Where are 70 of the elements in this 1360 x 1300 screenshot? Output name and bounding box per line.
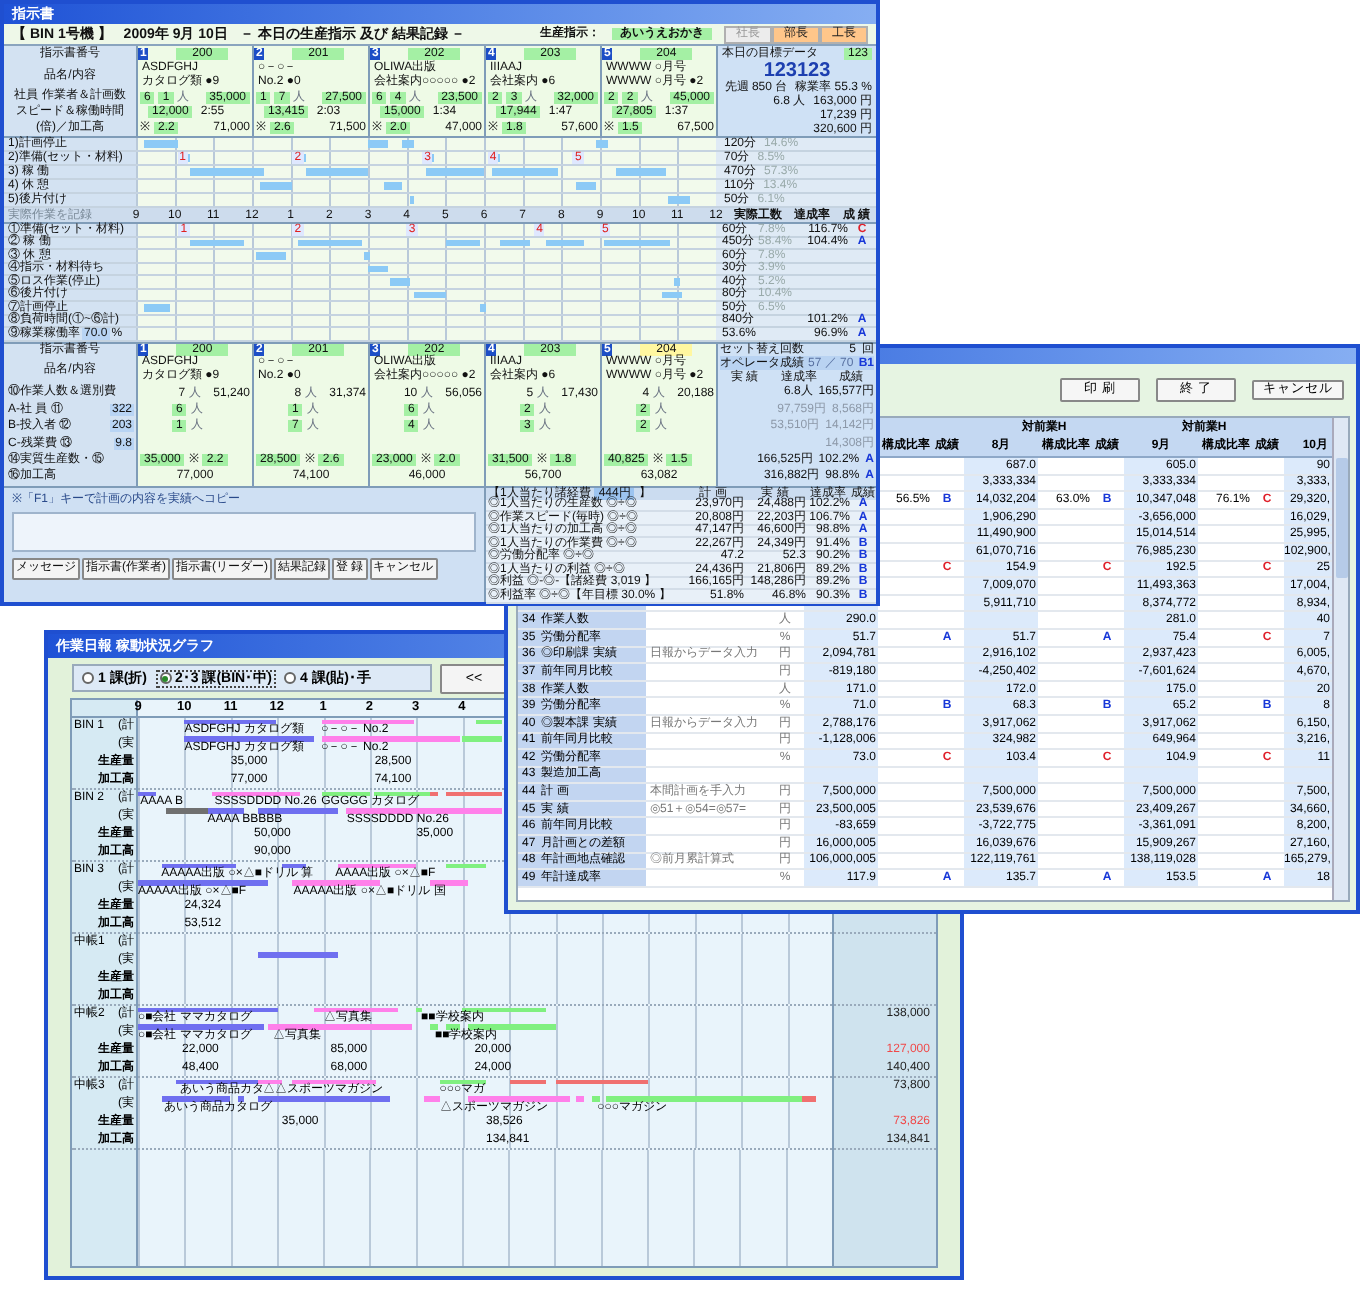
gantt-bar [281, 863, 305, 868]
gantt-bar [161, 863, 236, 868]
gantt-bar [545, 239, 585, 246]
gantt-bar [364, 252, 370, 259]
gantt-bar [423, 1096, 440, 1102]
gantt-bar [509, 1079, 547, 1084]
gantt-bar [184, 736, 315, 742]
gantt-bar [321, 719, 415, 724]
gantt-bar [298, 239, 363, 246]
gantt-bar [138, 1024, 264, 1030]
gantt-bar [476, 719, 502, 724]
gantt-bar [596, 140, 608, 148]
gantt-bar [410, 196, 415, 204]
gantt-bar [430, 880, 468, 886]
table-cell [964, 612, 1038, 628]
gantt-bar [467, 1096, 570, 1102]
gantt-bar [258, 808, 338, 814]
gantt-bar [143, 140, 179, 148]
gantt-bar [368, 265, 388, 272]
gantt-bar [258, 952, 338, 958]
memo-field[interactable] [12, 511, 476, 551]
gantt-bar [161, 1096, 231, 1102]
gantt-bar [439, 1079, 486, 1084]
gantt-bar [258, 1096, 391, 1102]
gantt-bar [314, 1007, 398, 1012]
scrollbar-thumb[interactable] [1335, 458, 1347, 578]
gantt-bar [143, 304, 171, 311]
gantt-bar [480, 304, 486, 311]
gantt-bar [661, 291, 682, 298]
gantt-bar [402, 140, 415, 148]
gantt-bar [291, 1079, 377, 1084]
gantt-bar [321, 791, 370, 796]
gantt-bar [138, 791, 157, 796]
gantt-bar [414, 291, 446, 298]
gantt-bar [190, 168, 264, 176]
gantt-bar [462, 1007, 547, 1012]
gantt-bar [383, 182, 403, 190]
gantt-bar [576, 182, 597, 190]
gantt-bar [467, 1024, 556, 1030]
gantt-bar [491, 168, 558, 176]
gantt-bar [576, 1096, 584, 1102]
gantt-bar [184, 719, 276, 724]
gantt-bar [592, 1096, 600, 1102]
gantt-bar [603, 239, 670, 246]
gantt-bar [259, 182, 293, 190]
gantt-bar [446, 791, 502, 796]
gantt-bar [446, 1024, 461, 1030]
gantt-bar [426, 168, 484, 176]
gantt-bar [138, 1007, 278, 1012]
gantt-bar [499, 239, 531, 246]
gantt-bar [615, 168, 666, 176]
gantt-bar [667, 196, 691, 204]
gantt-bar [673, 278, 680, 285]
gantt-bar [212, 791, 301, 796]
gantt-bar [291, 880, 380, 886]
gantt-bar [446, 863, 486, 868]
gantt-bar [389, 278, 411, 285]
gantt-bar [190, 239, 245, 246]
scrollbar[interactable] [1332, 418, 1348, 900]
target-number: 123123 [763, 61, 831, 82]
gantt-bar [337, 863, 417, 868]
gantt-bar [237, 1096, 245, 1102]
gantt-bar [138, 880, 268, 886]
gantt-bar [306, 168, 368, 176]
gantt-bar [430, 1024, 438, 1030]
gantt-bar [255, 252, 287, 259]
gantt-bar [368, 140, 388, 148]
gantt-bar [445, 239, 481, 246]
gantt-bar [416, 1007, 421, 1012]
gantt-bar [555, 1079, 649, 1084]
